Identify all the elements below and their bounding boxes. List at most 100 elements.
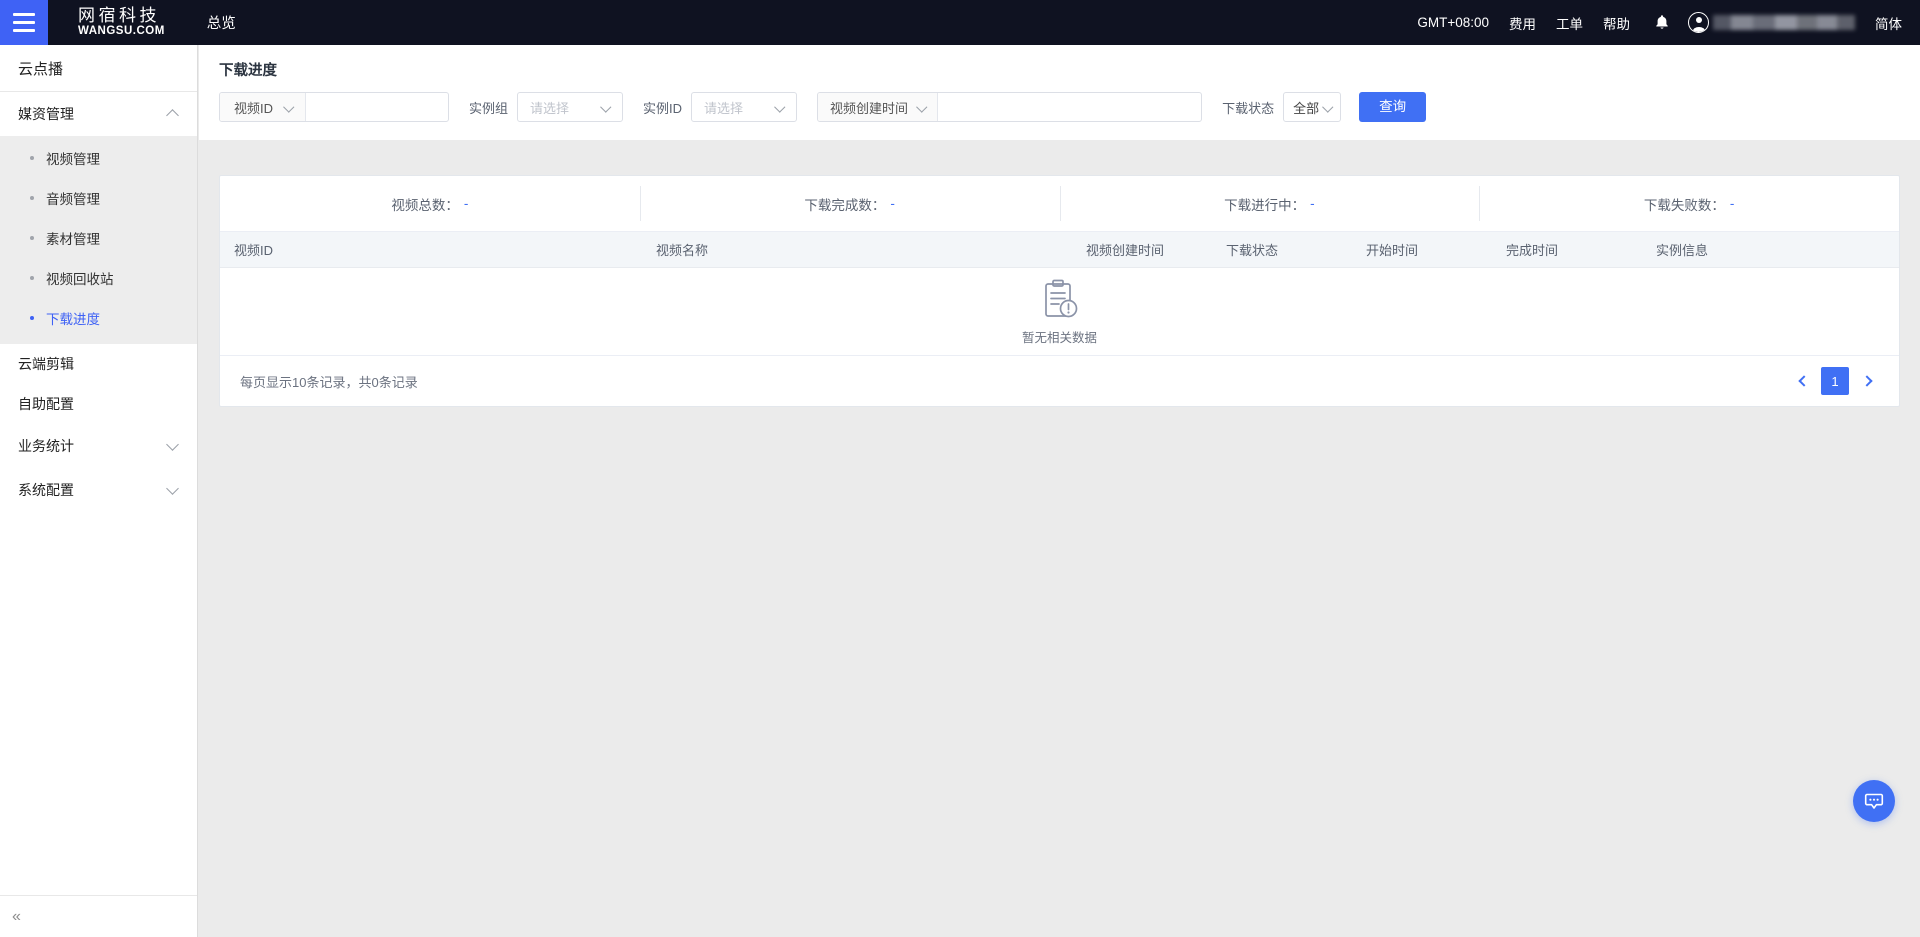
stat-in-progress-downloads: 下载进行中： -	[1059, 176, 1480, 231]
pagination-page-1[interactable]: 1	[1821, 367, 1849, 395]
sidebar-item-material-management[interactable]: 素材管理	[0, 218, 197, 258]
stat-failed-downloads: 下载失败数： -	[1479, 176, 1899, 231]
create-time-input[interactable]	[938, 93, 1202, 121]
sidebar-item-label: 视频管理	[46, 152, 100, 167]
brand-name-cn: 网宿科技	[78, 6, 160, 26]
table-header-row: 视频ID 视频名称 视频创建时间 下载状态 开始时间 完成时间 实例信息	[220, 232, 1899, 268]
download-status-value: 全部	[1293, 100, 1320, 116]
bell-icon[interactable]	[1654, 14, 1670, 31]
hamburger-bar	[13, 13, 35, 16]
sidebar-group-label: 业务统计	[18, 438, 74, 454]
column-header-create-time: 视频创建时间	[1086, 243, 1165, 258]
instance-group-select[interactable]: 请选择	[517, 92, 624, 122]
instance-id-placeholder: 请选择	[704, 100, 744, 116]
video-id-input[interactable]	[306, 93, 449, 121]
no-data-clipboard-icon	[1044, 279, 1077, 317]
results-card: 视频总数： - 下载完成数： - 下载进行中： - 下载失败数： - 视频ID …	[219, 175, 1900, 407]
language-switch[interactable]: 简体	[1875, 13, 1902, 33]
pagination: 每页显示10条记录，共0条记录 1	[220, 356, 1899, 406]
main-content: 下载进度 视频ID 实例组 请选择 实例ID 请选择 视频创建时间 下载状态 全…	[199, 45, 1920, 937]
timezone-label[interactable]: GMT+08:00	[1417, 15, 1489, 30]
sidebar-group-label: 媒资管理	[18, 106, 74, 122]
column-header-start-time: 开始时间	[1366, 243, 1419, 258]
sidebar-group-label: 系统配置	[18, 482, 74, 498]
chat-support-button[interactable]	[1853, 780, 1895, 822]
chevron-down-icon	[918, 102, 928, 112]
instance-group-label: 实例组	[469, 100, 509, 116]
stat-label: 下载完成数：	[804, 197, 886, 213]
sidebar-item-video-recycle-bin[interactable]: 视频回收站	[0, 258, 197, 298]
header-help-link[interactable]: 帮助	[1603, 13, 1630, 33]
sidebar-group-media[interactable]: 媒资管理	[0, 92, 197, 136]
table-empty-state: 暂无相关数据	[220, 268, 1899, 356]
hamburger-bar	[13, 29, 35, 32]
stat-value: -	[463, 196, 469, 211]
collapse-sidebar-icon[interactable]: «	[0, 895, 197, 937]
username-masked	[1713, 15, 1855, 30]
query-button[interactable]: 查询	[1359, 92, 1427, 122]
create-time-filter: 视频创建时间	[817, 92, 1203, 122]
chevron-down-icon	[167, 440, 179, 452]
chevron-down-icon	[1324, 102, 1334, 112]
bullet-icon	[30, 276, 34, 280]
chevron-down-icon	[167, 484, 179, 496]
sidebar-item-audio-management[interactable]: 音频管理	[0, 178, 197, 218]
user-avatar-icon	[1688, 12, 1709, 33]
chevron-right-icon[interactable]	[1855, 368, 1881, 394]
video-id-select-label: 视频ID	[234, 100, 274, 116]
header-ticket-link[interactable]: 工单	[1556, 13, 1583, 33]
stat-completed-downloads: 下载完成数： -	[639, 176, 1060, 231]
brand-logo[interactable]: 网宿科技 WANGSU.COM	[78, 7, 165, 38]
sidebar-group-system-config[interactable]: 系统配置	[0, 468, 197, 512]
stat-value: -	[1729, 196, 1735, 211]
sidebar-item-self-service-config[interactable]: 自助配置	[0, 384, 197, 424]
sidebar-group-business-stats[interactable]: 业务统计	[0, 424, 197, 468]
stat-label: 下载进行中：	[1224, 197, 1306, 213]
sidebar-item-label: 视频回收站	[46, 272, 114, 287]
sidebar-item-video-management[interactable]: 视频管理	[0, 138, 197, 178]
chevron-down-icon	[776, 102, 786, 112]
sidebar-item-cloud-editing[interactable]: 云端剪辑	[0, 344, 197, 384]
chat-bubble-icon	[1864, 793, 1884, 809]
pagination-info: 每页显示10条记录，共0条记录	[240, 374, 418, 390]
stat-value: -	[1310, 196, 1315, 211]
chevron-down-icon	[285, 102, 295, 112]
header-fee-link[interactable]: 费用	[1509, 13, 1536, 33]
page-title: 下载进度	[219, 63, 277, 79]
video-id-filter: 视频ID	[219, 92, 450, 122]
chevron-down-icon	[602, 102, 612, 112]
hamburger-icon[interactable]	[0, 0, 48, 45]
column-header-video-name: 视频名称	[656, 243, 709, 258]
stat-label: 视频总数：	[391, 197, 459, 213]
sidebar-submenu-media: 视频管理 音频管理 素材管理 视频回收站 下载进度	[0, 136, 197, 344]
empty-state-text: 暂无相关数据	[1021, 330, 1097, 345]
hamburger-bar	[13, 21, 35, 24]
instance-id-select[interactable]: 请选择	[691, 92, 798, 122]
create-time-select[interactable]: 视频创建时间	[818, 93, 939, 121]
stats-summary-row: 视频总数： - 下载完成数： - 下载进行中： - 下载失败数： -	[220, 176, 1899, 232]
filter-row: 视频ID 实例组 请选择 实例ID 请选择 视频创建时间 下载状态 全部 查询	[219, 92, 1900, 122]
column-header-video-id: 视频ID	[234, 243, 274, 258]
sidebar: 云点播 媒资管理 视频管理 音频管理 素材管理 视频回收站 下载进度 云端剪辑 …	[0, 45, 198, 937]
instance-group-placeholder: 请选择	[530, 100, 570, 116]
bullet-icon	[30, 236, 34, 240]
nav-overview[interactable]: 总览	[207, 12, 236, 33]
column-header-finish-time: 完成时间	[1506, 243, 1559, 258]
create-time-select-label: 视频创建时间	[830, 100, 909, 116]
column-header-download-status: 下载状态	[1226, 243, 1279, 258]
download-status-select[interactable]: 全部	[1283, 92, 1342, 122]
video-id-select[interactable]: 视频ID	[220, 93, 307, 121]
avatar[interactable]	[1688, 12, 1855, 33]
stat-value: -	[890, 196, 895, 211]
sidebar-product-title[interactable]: 云点播	[0, 45, 197, 92]
bullet-icon	[30, 196, 34, 200]
bullet-icon	[30, 316, 34, 320]
instance-id-label: 实例ID	[643, 100, 683, 116]
chevron-left-icon[interactable]	[1789, 368, 1815, 394]
top-header: 网宿科技 WANGSU.COM 总览 GMT+08:00 费用 工单 帮助 简体	[0, 0, 1920, 45]
bullet-icon	[30, 156, 34, 160]
column-header-instance-info: 实例信息	[1656, 243, 1709, 258]
sidebar-item-label: 音频管理	[46, 192, 100, 207]
sidebar-item-download-progress[interactable]: 下载进度	[0, 298, 197, 338]
stat-total-videos: 视频总数： -	[220, 176, 640, 231]
